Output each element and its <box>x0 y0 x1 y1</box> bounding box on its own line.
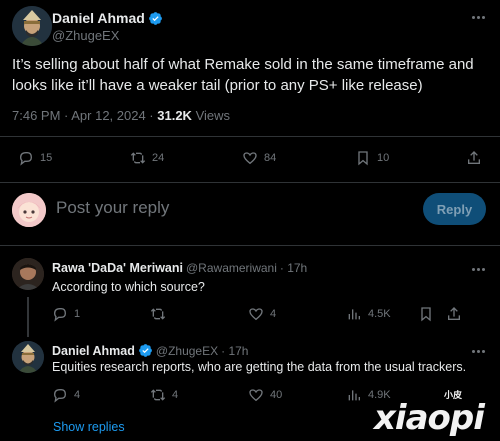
main-action-bar: 15 24 84 10 <box>0 150 500 170</box>
analytics-icon <box>348 309 360 320</box>
reply-action-button[interactable]: 4 <box>52 387 80 403</box>
reply-author-handle[interactable]: @Rawameriwani <box>186 261 277 275</box>
bookmark-action-button[interactable]: 10 <box>355 150 389 166</box>
views-count: 4.5K <box>368 308 391 320</box>
bookmark-icon <box>421 307 431 322</box>
reply-author-avatar[interactable] <box>12 341 44 373</box>
tweet-timestamp[interactable]: 7:46 PM · Apr 12, 2024 · <box>12 108 157 123</box>
heart-icon <box>243 152 257 165</box>
heart-icon <box>249 308 263 321</box>
reply-action-bar: 1 4 4.5K <box>0 306 500 326</box>
author-name-row: Daniel Ahmad <box>52 10 163 26</box>
watermark-logo: 小皮 xiaopi <box>360 388 496 440</box>
bookmark-icon <box>358 151 368 166</box>
divider <box>0 182 500 183</box>
reply-count: 4 <box>74 389 81 401</box>
current-user-avatar <box>12 193 46 227</box>
reply-icon <box>19 152 33 166</box>
author-handle[interactable]: @ZhugeEX <box>52 28 119 43</box>
avatar-illustration-icon <box>12 341 44 373</box>
reply-action-button[interactable]: 1 <box>52 306 80 322</box>
show-replies-link[interactable]: Show replies <box>53 420 125 434</box>
author-avatar[interactable] <box>12 6 52 46</box>
repost-icon <box>150 389 166 401</box>
repost-count: 4 <box>172 389 179 401</box>
reply-compose-input[interactable]: Post your reply <box>56 198 169 218</box>
reply-header: Daniel Ahmad @ZhugeEX · 17h <box>52 343 248 358</box>
bookmark-count: 10 <box>377 152 390 164</box>
repost-count: 24 <box>152 152 165 164</box>
reply-header: Rawa 'DaDa' Meriwani @Rawameriwani · 17h <box>52 261 307 275</box>
repost-action-button[interactable]: 24 <box>130 150 164 166</box>
repost-icon <box>130 152 146 164</box>
like-count: 4 <box>270 308 277 320</box>
tweet-thread-view: Daniel Ahmad @ZhugeEX It’s selling about… <box>0 0 500 441</box>
share-icon <box>468 151 480 164</box>
reply-text: According to which source? <box>52 280 205 294</box>
verified-badge-icon <box>138 343 153 358</box>
reply-action-button[interactable]: 15 <box>18 150 52 166</box>
like-action-button[interactable]: 84 <box>242 150 276 166</box>
like-count: 84 <box>264 152 277 164</box>
watermark-main-text: xiaopi <box>374 398 485 438</box>
repost-icon <box>150 308 166 320</box>
share-action-button[interactable] <box>446 306 462 322</box>
reply-timestamp[interactable]: · 17h <box>221 344 248 358</box>
tweet-meta: 7:46 PM · Apr 12, 2024 · 31.2K Views <box>12 108 230 123</box>
like-action-button[interactable]: 40 <box>248 387 282 403</box>
reply-text: Equities research reports, who are getti… <box>52 360 467 374</box>
views-action-button[interactable]: 4.5K <box>346 306 391 322</box>
verified-badge-icon <box>148 11 163 26</box>
heart-icon <box>249 389 263 402</box>
share-action-button[interactable] <box>466 150 482 166</box>
views-count: 31.2K <box>157 108 192 123</box>
more-options-icon[interactable] <box>468 10 488 24</box>
main-tweet-header: Daniel Ahmad @ZhugeEX <box>12 6 488 46</box>
repost-action-button[interactable]: 4 <box>150 387 178 403</box>
divider <box>0 136 500 137</box>
like-count: 40 <box>270 389 283 401</box>
reply-author-avatar[interactable] <box>12 258 44 290</box>
avatar-photo-icon <box>12 258 44 290</box>
reply-timestamp[interactable]: · 17h <box>280 261 307 275</box>
more-options-icon[interactable] <box>468 264 488 274</box>
avatar-illustration-icon <box>12 6 52 46</box>
reply-author-handle[interactable]: @ZhugeEX <box>156 344 218 358</box>
reply-count: 1 <box>74 308 81 320</box>
avatar-illustration-icon <box>12 193 46 227</box>
bookmark-action-button[interactable] <box>418 306 434 322</box>
tweet-text: It’s selling about half of what Remake s… <box>12 56 474 94</box>
reply-author-name[interactable]: Daniel Ahmad <box>52 344 135 358</box>
reply-icon <box>53 308 67 322</box>
reply-count: 15 <box>40 152 53 164</box>
reply-button[interactable]: Reply <box>423 193 486 225</box>
reply-icon <box>53 389 67 403</box>
divider <box>0 245 500 246</box>
repost-action-button[interactable] <box>150 306 172 322</box>
more-options-icon[interactable] <box>468 346 488 356</box>
reply-author-name[interactable]: Rawa 'DaDa' Meriwani <box>52 261 183 275</box>
author-name[interactable]: Daniel Ahmad <box>52 10 145 26</box>
share-icon <box>448 307 460 320</box>
like-action-button[interactable]: 4 <box>248 306 276 322</box>
views-label: Views <box>191 108 231 123</box>
